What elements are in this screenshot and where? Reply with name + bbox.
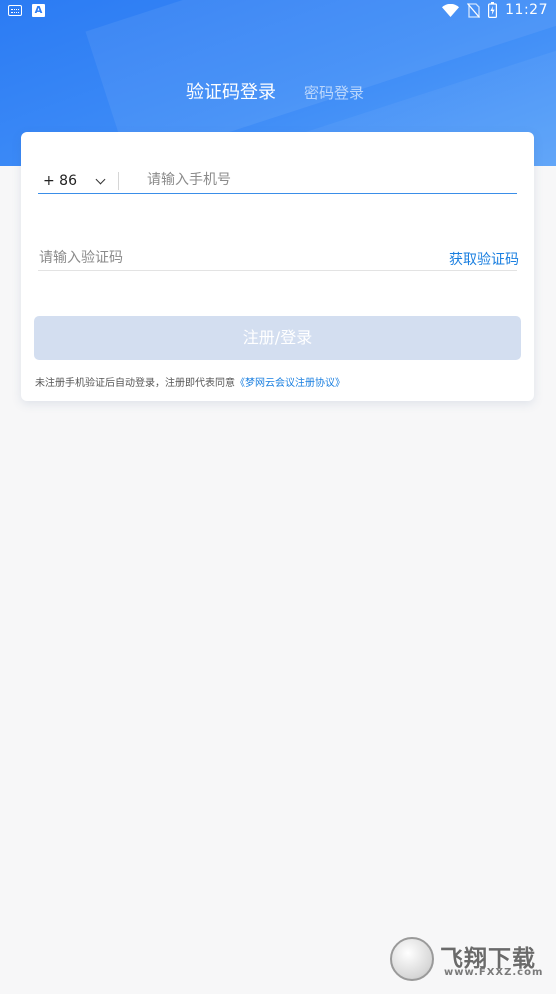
country-code-select[interactable]: + 86 <box>43 172 113 190</box>
agreement-link[interactable]: 《梦网云会议注册协议》 <box>235 378 345 389</box>
register-login-button[interactable]: 注册/登录 <box>34 316 521 360</box>
chevron-down-icon <box>95 174 106 184</box>
tab-password-login[interactable]: 密码登录 <box>304 82 364 103</box>
no-sim-icon <box>467 2 481 18</box>
phone-input[interactable] <box>147 169 507 191</box>
agreement-text: 未注册手机验证后自动登录，注册即代表同意 <box>35 378 235 389</box>
get-code-button[interactable]: 获取验证码 <box>449 249 519 269</box>
login-card: + 86 获取验证码 注册/登录 未注册手机验证后自动登录，注册即代表同意《梦网… <box>21 132 534 401</box>
country-code-divider <box>118 172 119 190</box>
verification-code-input[interactable] <box>39 247 379 269</box>
agreement-notice: 未注册手机验证后自动登录，注册即代表同意《梦网云会议注册协议》 <box>35 374 345 389</box>
phone-input-row: + 86 <box>38 168 517 194</box>
tab-sms-login[interactable]: 验证码登录 <box>186 78 276 104</box>
a-icon: A <box>32 4 45 17</box>
watermark-circle-icon <box>390 937 434 981</box>
watermark-logo: 飞翔下载 www.FXXZ.com <box>388 935 548 985</box>
status-bar: A 11:27 <box>0 0 556 22</box>
keyboard-icon <box>8 5 22 16</box>
code-input-row: 获取验证码 <box>38 246 519 271</box>
login-tabs: 验证码登录 密码登录 <box>0 78 556 108</box>
battery-charging-icon <box>488 2 498 18</box>
wifi-icon <box>442 3 460 17</box>
status-time: 11:27 <box>505 2 548 18</box>
country-code-value: + 86 <box>43 173 77 189</box>
watermark-url: www.FXXZ.com <box>444 967 544 978</box>
